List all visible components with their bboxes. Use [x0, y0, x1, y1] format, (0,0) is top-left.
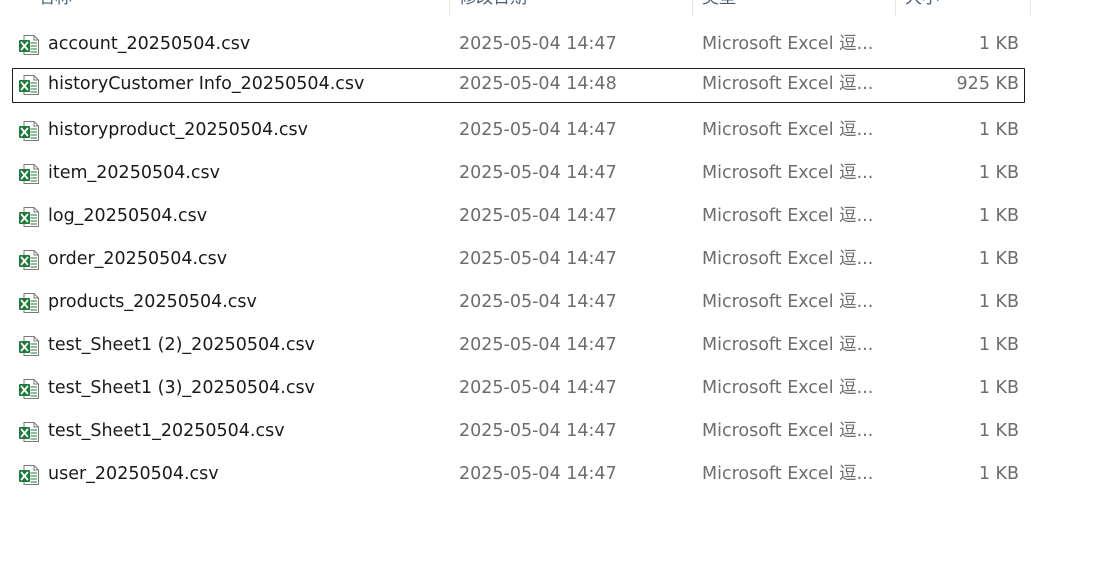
file-modified-date: 2025-05-04 14:47	[459, 464, 617, 484]
file-row[interactable]: products_20250504.csv 2025-05-04 14:47 M…	[0, 281, 1098, 324]
file-name: historyproduct_20250504.csv	[48, 120, 308, 140]
file-size: 1 KB	[978, 464, 1019, 484]
excel-csv-file-icon	[19, 121, 39, 141]
file-name: user_20250504.csv	[48, 464, 219, 484]
file-row[interactable]: test_Sheet1_20250504.csv 2025-05-04 14:4…	[0, 410, 1098, 453]
excel-csv-file-icon	[19, 207, 39, 227]
excel-csv-file-icon	[19, 250, 39, 270]
file-row[interactable]: item_20250504.csv 2025-05-04 14:47 Micro…	[0, 152, 1098, 195]
excel-csv-file-icon	[19, 379, 39, 399]
file-name: historyCustomer Info_20250504.csv	[48, 74, 365, 94]
file-name: products_20250504.csv	[48, 292, 257, 312]
file-type: Microsoft Excel 逗...	[702, 335, 874, 355]
file-type: Microsoft Excel 逗...	[702, 120, 874, 140]
file-name: account_20250504.csv	[48, 34, 251, 54]
excel-csv-file-icon	[19, 164, 39, 184]
file-size: 1 KB	[978, 163, 1019, 183]
column-divider[interactable]	[692, 0, 693, 16]
file-type: Microsoft Excel 逗...	[702, 249, 874, 269]
file-type: Microsoft Excel 逗...	[702, 34, 874, 54]
file-modified-date: 2025-05-04 14:47	[459, 206, 617, 226]
column-header-date[interactable]: 修改日期	[459, 0, 684, 16]
file-type: Microsoft Excel 逗...	[702, 378, 874, 398]
file-modified-date: 2025-05-04 14:48	[459, 74, 617, 94]
file-row[interactable]: test_Sheet1 (3)_20250504.csv 2025-05-04 …	[0, 367, 1098, 410]
excel-csv-file-icon	[19, 293, 39, 313]
file-type: Microsoft Excel 逗...	[702, 421, 874, 441]
column-divider[interactable]	[895, 0, 896, 16]
file-row[interactable]: order_20250504.csv 2025-05-04 14:47 Micr…	[0, 238, 1098, 281]
file-type: Microsoft Excel 逗...	[702, 206, 874, 226]
excel-csv-file-icon	[19, 35, 39, 55]
file-row[interactable]: account_20250504.csv 2025-05-04 14:47 Mi…	[0, 23, 1098, 66]
file-explorer-details-view: 名称 修改日期 类型 大小 account_20250504.csv 2025-…	[0, 0, 1098, 565]
file-name: test_Sheet1 (2)_20250504.csv	[48, 335, 315, 355]
file-modified-date: 2025-05-04 14:47	[459, 163, 617, 183]
file-size: 1 KB	[978, 206, 1019, 226]
file-row[interactable]: test_Sheet1 (2)_20250504.csv 2025-05-04 …	[0, 324, 1098, 367]
file-modified-date: 2025-05-04 14:47	[459, 120, 617, 140]
file-size: 925 KB	[956, 74, 1019, 94]
file-size: 1 KB	[978, 120, 1019, 140]
file-size: 1 KB	[978, 335, 1019, 355]
file-name: test_Sheet1 (3)_20250504.csv	[48, 378, 315, 398]
excel-csv-file-icon	[19, 75, 39, 95]
file-size: 1 KB	[978, 34, 1019, 54]
file-size: 1 KB	[978, 249, 1019, 269]
file-name: log_20250504.csv	[48, 206, 208, 226]
file-row[interactable]: log_20250504.csv 2025-05-04 14:47 Micros…	[0, 195, 1098, 238]
file-row[interactable]: user_20250504.csv 2025-05-04 14:47 Micro…	[0, 453, 1098, 496]
file-type: Microsoft Excel 逗...	[702, 464, 874, 484]
file-modified-date: 2025-05-04 14:47	[459, 421, 617, 441]
excel-csv-file-icon	[19, 465, 39, 485]
file-row[interactable]: historyCustomer Info_20250504.csv 2025-0…	[0, 66, 1098, 109]
file-row[interactable]: historyproduct_20250504.csv 2025-05-04 1…	[0, 109, 1098, 152]
file-modified-date: 2025-05-04 14:47	[459, 34, 617, 54]
file-modified-date: 2025-05-04 14:47	[459, 249, 617, 269]
column-header-type[interactable]: 类型	[702, 0, 887, 16]
file-name: order_20250504.csv	[48, 249, 228, 269]
file-size: 1 KB	[978, 292, 1019, 312]
column-divider[interactable]	[449, 0, 450, 16]
file-size: 1 KB	[978, 421, 1019, 441]
file-name: test_Sheet1_20250504.csv	[48, 421, 285, 441]
column-header-name[interactable]: 名称	[38, 0, 438, 16]
file-modified-date: 2025-05-04 14:47	[459, 292, 617, 312]
file-modified-date: 2025-05-04 14:47	[459, 335, 617, 355]
column-divider[interactable]	[1030, 0, 1031, 16]
file-name: item_20250504.csv	[48, 163, 221, 183]
file-list: account_20250504.csv 2025-05-04 14:47 Mi…	[0, 23, 1098, 496]
file-type: Microsoft Excel 逗...	[702, 163, 874, 183]
file-type: Microsoft Excel 逗...	[702, 292, 874, 312]
file-type: Microsoft Excel 逗...	[702, 74, 874, 94]
excel-csv-file-icon	[19, 336, 39, 356]
column-header-bar: 名称 修改日期 类型 大小	[0, 0, 1032, 16]
excel-csv-file-icon	[19, 422, 39, 442]
file-modified-date: 2025-05-04 14:47	[459, 378, 617, 398]
file-size: 1 KB	[978, 378, 1019, 398]
column-header-size[interactable]: 大小	[905, 0, 1025, 16]
